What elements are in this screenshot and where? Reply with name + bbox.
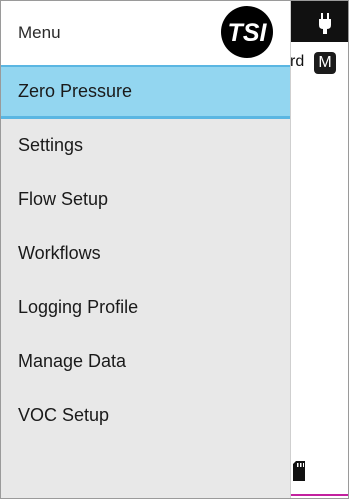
menu-item-zero-pressure[interactable]: Zero Pressure [1,65,290,119]
plug-icon [319,13,331,34]
menu-item-workflows[interactable]: Workflows [1,227,290,281]
menu-item-manage-data[interactable]: Manage Data [1,335,290,389]
mode-badge[interactable]: M [314,52,336,74]
device-screen: rd M Menu TSI Zero Pressure Settings Flo… [0,0,349,499]
drawer-title: Menu [18,23,61,42]
tsi-logo: TSI [221,6,273,58]
svg-text:TSI: TSI [228,19,268,47]
menu-list: Zero Pressure Settings Flow Setup Workfl… [1,65,290,443]
sd-card-icon [293,461,305,481]
menu-item-logging-profile[interactable]: Logging Profile [1,281,290,335]
menu-item-settings[interactable]: Settings [1,119,290,173]
menu-item-flow-setup[interactable]: Flow Setup [1,173,290,227]
menu-drawer: Menu TSI Zero Pressure Settings Flow Set… [1,1,290,498]
drawer-header: Menu TSI [1,1,290,65]
accent-line [290,494,348,496]
menu-item-voc-setup[interactable]: VOC Setup [1,389,290,443]
app-header-text: rd [290,53,305,70]
